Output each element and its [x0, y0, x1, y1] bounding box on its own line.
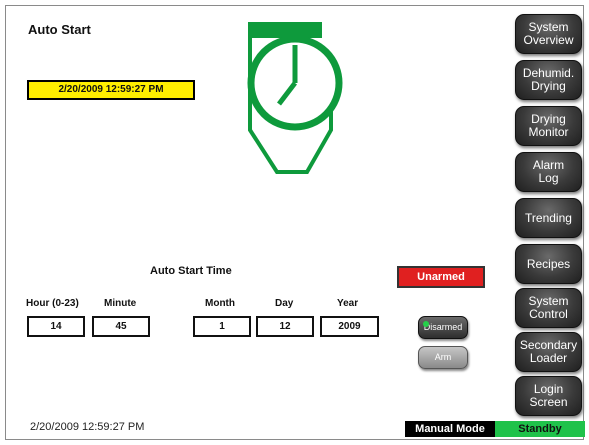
year-label: Year — [337, 298, 359, 309]
auto-start-time-label: Auto Start Time — [150, 265, 232, 277]
nav-recipes[interactable]: Recipes — [515, 244, 582, 284]
nav-drying-monitor[interactable]: Drying Monitor — [515, 106, 582, 146]
month-field[interactable]: 1 — [193, 316, 251, 337]
nav-alarm-log[interactable]: Alarm Log — [515, 152, 582, 192]
arm-status-badge: Unarmed — [397, 266, 485, 288]
disarmed-button[interactable]: Disarmed — [418, 316, 468, 339]
year-field[interactable]: 2009 — [320, 316, 379, 337]
status-led-icon — [423, 321, 429, 327]
minute-label: Minute — [104, 298, 137, 309]
nav-secondary-loader[interactable]: Secondary Loader — [515, 332, 582, 372]
page-title: Auto Start — [28, 22, 91, 37]
standby-indicator: Standby — [495, 421, 585, 437]
day-field[interactable]: 12 — [256, 316, 314, 337]
nav-dehumid-drying[interactable]: Dehumid. Drying — [515, 60, 582, 100]
minute-field[interactable]: 45 — [92, 316, 150, 337]
day-label: Day — [275, 298, 294, 309]
arm-button[interactable]: Arm — [418, 346, 468, 369]
manual-mode-indicator: Manual Mode — [405, 421, 495, 437]
mode-status-bar: Manual Mode Standby — [405, 421, 585, 437]
disarmed-button-label: Disarmed — [423, 322, 463, 332]
nav-login-screen[interactable]: Login Screen — [515, 376, 582, 416]
hour-field[interactable]: 14 — [27, 316, 85, 337]
nav-system-overview[interactable]: System Overview — [515, 14, 582, 54]
current-datetime-display: 2/20/2009 12:59:27 PM — [27, 80, 195, 100]
footer-datetime: 2/20/2009 12:59:27 PM — [30, 421, 145, 433]
nav-trending[interactable]: Trending — [515, 198, 582, 238]
hour-label: Hour (0-23) — [26, 298, 79, 309]
arm-button-label: Arm — [434, 352, 452, 362]
auto-start-clock-icon — [247, 22, 343, 174]
nav-system-control[interactable]: System Control — [515, 288, 582, 328]
month-label: Month — [205, 298, 235, 309]
